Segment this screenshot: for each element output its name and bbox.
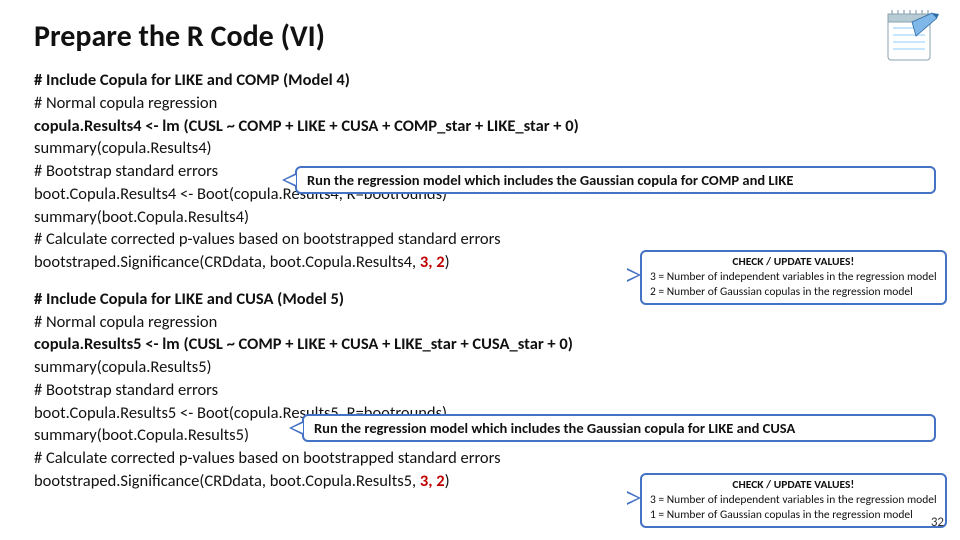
code-text: bootstraped.Significance(CRDdata, boot.C…: [34, 471, 420, 491]
callout-run-model5: Run the regression model which includes …: [302, 414, 936, 442]
callout-header: CHECK / UPDATE VALUES!: [650, 478, 937, 492]
page-number: 32: [931, 515, 944, 530]
page-title: Prepare the R Code (VI): [34, 18, 926, 55]
code-line: # Normal copula regression: [34, 311, 926, 334]
code-line: summary(copula.Results4): [34, 137, 926, 160]
code-block-model5: # Include Copula for LIKE and CUSA (Mode…: [34, 288, 926, 493]
callout-check-model5: CHECK / UPDATE VALUES! 3 = Number of ind…: [640, 473, 947, 528]
callout-header: CHECK / UPDATE VALUES!: [650, 255, 937, 269]
callout-check-model4: CHECK / UPDATE VALUES! 3 = Number of ind…: [640, 250, 947, 305]
code-values: 3, 2: [420, 252, 445, 272]
callout-text: Run the regression model which includes …: [307, 171, 793, 189]
code-line: # Bootstrap standard errors: [34, 379, 926, 402]
code-line: summary(copula.Results5): [34, 356, 926, 379]
callout-tail-icon: [627, 268, 641, 282]
code-text: ): [445, 252, 450, 272]
callout-line: 2 = Number of Gaussian copulas in the re…: [650, 285, 937, 299]
callout-text: Run the regression model which includes …: [314, 419, 795, 437]
code-line: # Calculate corrected p-values based on …: [34, 447, 926, 470]
code-line: # Normal copula regression: [34, 92, 926, 115]
code-line: copula.Results5 <- lm (CUSL ~ COMP + LIK…: [34, 333, 926, 356]
notebook-icon: [882, 8, 940, 66]
callout-line: 3 = Number of independent variables in t…: [650, 270, 937, 284]
callout-tail-icon: [289, 421, 303, 435]
code-line: # Calculate corrected p-values based on …: [34, 228, 926, 251]
code-text: bootstraped.Significance(CRDdata, boot.C…: [34, 252, 420, 272]
code-line: copula.Results4 <- lm (CUSL ~ COMP + LIK…: [34, 115, 926, 138]
callout-line: 3 = Number of independent variables in t…: [650, 493, 937, 507]
callout-tail-icon: [627, 491, 641, 505]
code-text: ): [445, 471, 450, 491]
callout-line: 1 = Number of Gaussian copulas in the re…: [650, 508, 937, 522]
code-line: # Include Copula for LIKE and COMP (Mode…: [34, 69, 926, 92]
callout-tail-icon: [282, 173, 296, 187]
code-values: 3, 2: [420, 471, 445, 491]
code-line: summary(boot.Copula.Results4): [34, 206, 926, 229]
slide: Prepare the R Code (VI) # Include Copula: [0, 0, 960, 540]
callout-run-model4: Run the regression model which includes …: [295, 166, 936, 194]
